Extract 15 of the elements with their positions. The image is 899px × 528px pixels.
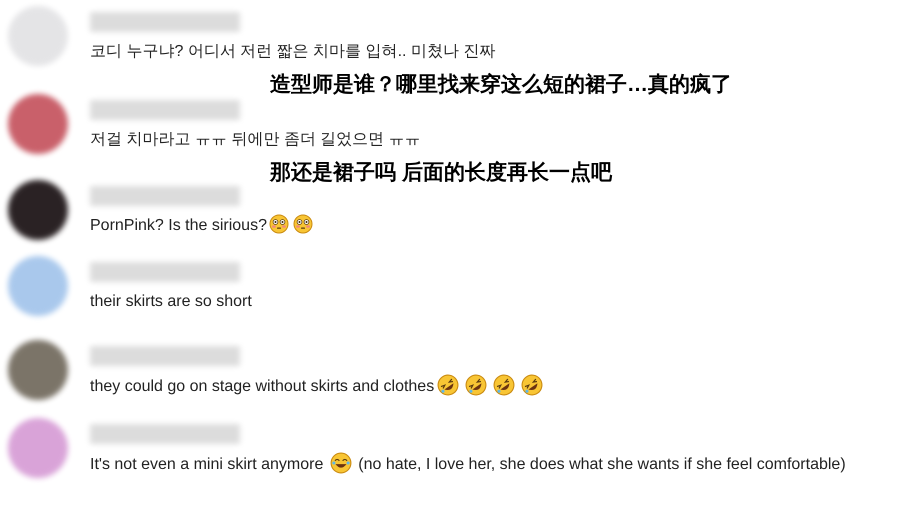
laughing-face-icon — [465, 374, 488, 396]
laughing-face-icon — [521, 374, 544, 396]
comment-text: their skirts are so short — [90, 292, 253, 312]
comment-text: 저걸 치마라고 ㅠㅠ 뒤에만 좀더 길었으면 ㅠㅠ — [90, 130, 422, 150]
laughing-face-icon — [330, 452, 352, 474]
laughing-face-icon — [437, 374, 460, 396]
comment-text: 코디 누구냐? 어디서 저런 짧은 치마를 입혀.. 미쳤나 진짜 — [90, 42, 496, 62]
comment-text: It's not even a mini skirt anymore (no hate, I love her, she does what she wants if she feel comfortable) — [90, 452, 854, 477]
translation-text: 造型师是谁？哪里找来穿这么短的裙子…真的疯了 — [270, 72, 733, 98]
translation-text: 那还是裙子吗 后面的长度再长一点吧 — [270, 160, 614, 186]
flushed-face-icon — [292, 214, 313, 234]
comment-text: they could go on stage without skirts and clothes — [90, 374, 554, 399]
flushed-face-icon — [268, 214, 289, 234]
comment-text: PornPink? Is the sirious? — [90, 214, 323, 238]
laughing-face-icon — [493, 374, 516, 396]
